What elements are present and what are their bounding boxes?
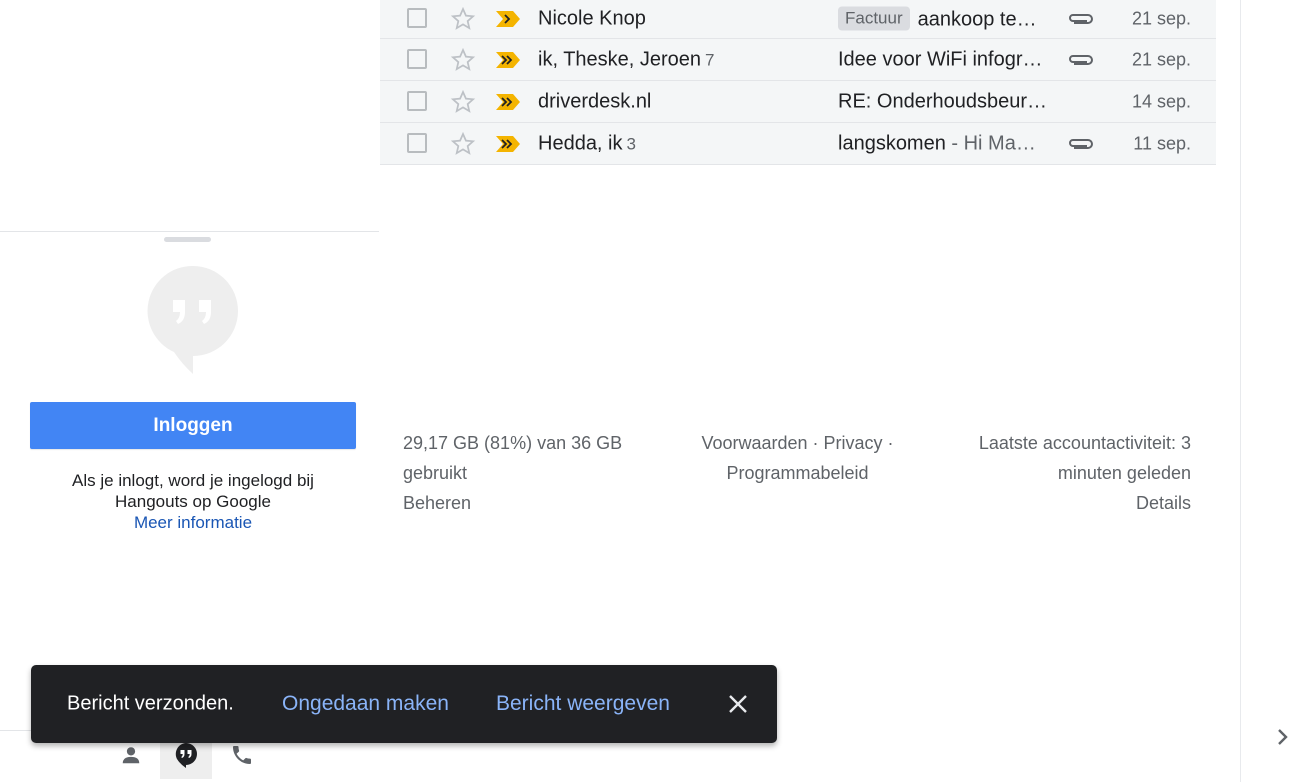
important-marker-icon[interactable] bbox=[495, 10, 521, 28]
email-date: 21 sep. bbox=[1131, 49, 1191, 69]
snackbar: Bericht verzonden. Ongedaan maken Berich… bbox=[31, 665, 777, 743]
star-icon[interactable] bbox=[450, 47, 476, 73]
thread-count: 7 bbox=[705, 50, 715, 69]
email-row[interactable]: Nicole Knop Factuur aankoop te… 21 sep. bbox=[380, 0, 1216, 39]
login-button[interactable]: Inloggen bbox=[30, 402, 356, 449]
program-policy-link[interactable]: Programmabeleid bbox=[726, 463, 868, 483]
person-icon bbox=[122, 747, 140, 764]
storage-info: 29,17 GB (81%) van 36 GB gebruikt Behere… bbox=[403, 428, 653, 518]
panel-divider bbox=[0, 231, 379, 232]
email-row[interactable]: ik, Theske, Jeroen 7 Idee voor WiFi infog… bbox=[380, 39, 1216, 81]
login-info-line: Als je inlogt, word je ingelogd bij bbox=[72, 471, 314, 490]
email-sender: driverdesk.nl bbox=[538, 90, 652, 112]
drag-handle[interactable] bbox=[164, 237, 211, 242]
email-date: 11 sep. bbox=[1133, 133, 1191, 153]
side-panel bbox=[1240, 0, 1314, 782]
paperclip-icon bbox=[1069, 14, 1093, 24]
details-link[interactable]: Details bbox=[1136, 493, 1191, 513]
chat-bubble-icon bbox=[175, 743, 197, 768]
star-icon[interactable] bbox=[450, 89, 476, 115]
email-sender: Hedda, ik 3 bbox=[538, 132, 636, 154]
separator: · bbox=[882, 433, 894, 453]
checkbox-icon[interactable] bbox=[407, 8, 427, 28]
paperclip-icon bbox=[1069, 138, 1093, 149]
email-sender: Nicole Knop bbox=[538, 7, 646, 30]
email-subject: langskomen - Hi Ma… bbox=[838, 132, 1036, 154]
important-marker-icon[interactable] bbox=[495, 51, 521, 69]
login-info-line: Hangouts op Google bbox=[115, 492, 271, 511]
storage-usage: 29,17 GB (81%) van 36 GB bbox=[403, 433, 623, 453]
close-icon[interactable] bbox=[723, 689, 753, 719]
phone-icon bbox=[233, 746, 251, 764]
email-snippet: - Hi Ma… bbox=[945, 132, 1036, 154]
more-info-link[interactable]: Meer informatie bbox=[30, 512, 356, 533]
email-list: Nicole Knop Factuur aankoop te… 21 sep. i… bbox=[380, 0, 1216, 165]
footer-links: Voorwaarden · Privacy · Programmabeleid bbox=[690, 428, 905, 488]
email-date: 21 sep. bbox=[1131, 8, 1191, 29]
terms-link[interactable]: Voorwaarden bbox=[701, 433, 807, 453]
snackbar-message: Bericht verzonden. bbox=[67, 692, 234, 715]
chevron-right-icon[interactable] bbox=[1270, 723, 1294, 751]
star-icon[interactable] bbox=[450, 131, 476, 157]
important-marker-icon[interactable] bbox=[495, 93, 521, 111]
important-marker-icon[interactable] bbox=[495, 135, 521, 153]
checkbox-icon[interactable] bbox=[407, 90, 427, 111]
paperclip-icon bbox=[1069, 54, 1093, 65]
undo-button[interactable]: Ongedaan maken bbox=[282, 692, 449, 716]
login-info: Als je inlogt, word je ingelogd bij Hang… bbox=[30, 470, 356, 533]
account-activity: Laatste accountactiviteit: 3 minuten gel… bbox=[950, 428, 1191, 518]
manage-storage-link[interactable]: Beheren bbox=[403, 493, 471, 513]
activity-text: minuten geleden bbox=[1057, 463, 1191, 483]
checkbox-icon[interactable] bbox=[407, 132, 427, 153]
email-subject: Idee voor WiFi infogr… bbox=[838, 48, 1043, 70]
thread-count: 3 bbox=[626, 134, 636, 153]
view-message-button[interactable]: Bericht weergeven bbox=[496, 692, 670, 716]
storage-usage-suffix: gebruikt bbox=[403, 463, 468, 483]
email-date: 14 sep. bbox=[1131, 91, 1191, 111]
label-chip[interactable]: Factuur bbox=[838, 6, 910, 31]
email-row[interactable]: driverdesk.nl RE: Onderhoudsbeur… 14 sep… bbox=[380, 81, 1216, 123]
separator: · bbox=[807, 433, 824, 453]
email-subject: RE: Onderhoudsbeur… bbox=[838, 90, 1048, 112]
checkbox-icon[interactable] bbox=[407, 48, 427, 69]
email-subject: Factuur aankoop te… bbox=[838, 6, 1054, 32]
activity-text: Laatste accountactiviteit: 3 bbox=[978, 433, 1191, 453]
email-row[interactable]: Hedda, ik 3 langskomen - Hi Ma… 11 sep. bbox=[380, 123, 1216, 165]
email-sender: ik, Theske, Jeroen 7 bbox=[538, 48, 715, 70]
privacy-link[interactable]: Privacy bbox=[824, 433, 883, 453]
hangouts-quote-icon bbox=[147, 265, 238, 374]
star-icon[interactable] bbox=[450, 6, 476, 32]
